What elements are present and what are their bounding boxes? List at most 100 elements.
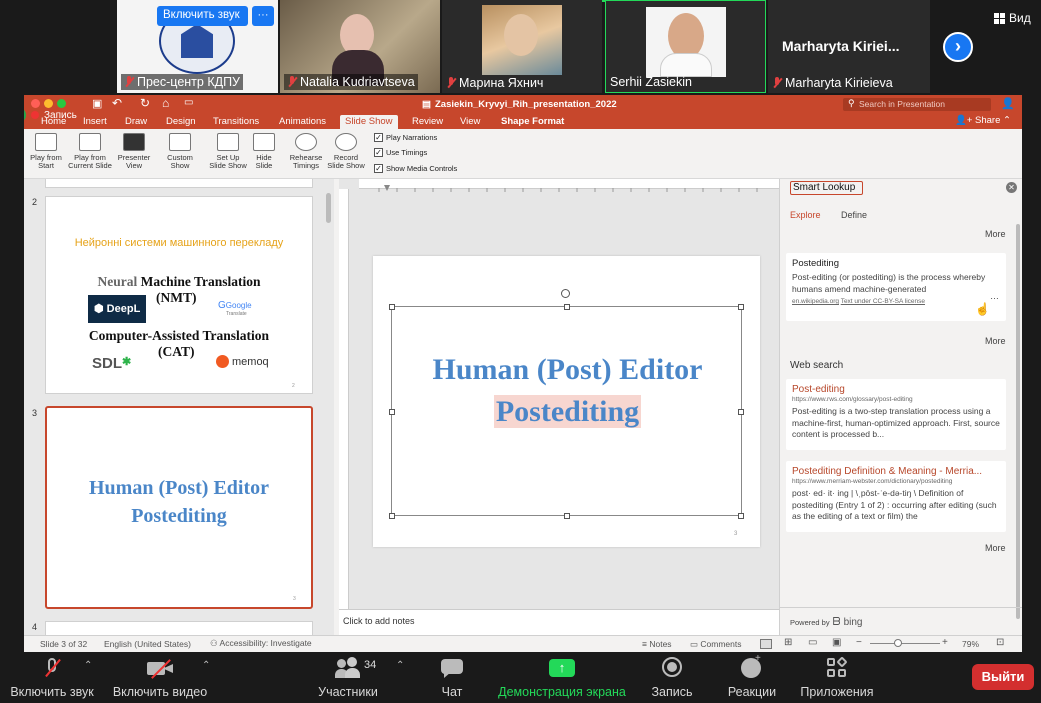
tab-view[interactable]: View bbox=[455, 115, 485, 129]
play-from-current-button[interactable]: Play from Current Slide bbox=[68, 133, 112, 170]
zoom-out-icon[interactable]: − bbox=[856, 637, 862, 648]
slide-title[interactable]: Human (Post) Editor Postediting bbox=[392, 349, 743, 433]
slide-editing-canvas: Human (Post) Editor Postediting 3 bbox=[339, 179, 779, 609]
apps-button[interactable]: Приложения bbox=[798, 656, 876, 699]
hide-slide-button[interactable]: Hide Slide bbox=[242, 133, 286, 170]
zoom-in-icon[interactable]: + bbox=[942, 637, 948, 648]
ellipsis-icon[interactable]: … bbox=[990, 291, 999, 301]
ribbon-label: Record Slide Show bbox=[327, 153, 365, 170]
ribbon-label: Custom Show bbox=[167, 153, 193, 170]
notes-button[interactable]: ≡ Notes bbox=[642, 639, 672, 649]
web-result-card[interactable]: Post-editing https://www.rws.com/glossar… bbox=[786, 379, 1006, 450]
language-status[interactable]: English (United States) bbox=[104, 639, 191, 649]
rotate-handle-icon[interactable] bbox=[561, 289, 570, 298]
resize-handle[interactable] bbox=[564, 304, 570, 310]
share-screen-icon: ↑ bbox=[549, 656, 575, 680]
notes-pane[interactable]: Click to add notes bbox=[339, 609, 779, 635]
accessibility-status[interactable]: ⚇ Accessibility: Investigate bbox=[210, 638, 312, 649]
comments-button[interactable]: ▭ Comments bbox=[690, 639, 742, 650]
slide-counter: Slide 3 of 32 bbox=[40, 639, 88, 649]
more-link[interactable]: More bbox=[985, 336, 1006, 346]
tab-design[interactable]: Design bbox=[161, 115, 201, 129]
view-button[interactable]: Вид bbox=[994, 11, 1031, 25]
result-title[interactable]: Post-editing bbox=[792, 384, 1000, 395]
close-pane-icon[interactable]: ✕ bbox=[1006, 182, 1017, 193]
account-icon[interactable]: 👤 bbox=[1001, 97, 1015, 110]
use-timings-checkbox[interactable]: ✓ Use Timings bbox=[374, 148, 427, 157]
tab-draw[interactable]: Draw bbox=[120, 115, 152, 129]
play-narrations-checkbox[interactable]: ✓ Play Narrations bbox=[374, 133, 437, 142]
fit-to-window-icon[interactable]: ⊡ bbox=[996, 637, 1004, 648]
record-button[interactable]: Запись bbox=[648, 656, 696, 699]
resize-handle[interactable] bbox=[738, 304, 744, 310]
person-face bbox=[504, 14, 538, 56]
tab-shape-format[interactable]: Shape Format bbox=[496, 115, 569, 129]
undo-icon[interactable]: ↶ bbox=[112, 96, 122, 110]
zoom-slider[interactable] bbox=[870, 639, 940, 647]
more-link[interactable]: More bbox=[985, 543, 1006, 553]
participant-tile[interactable]: Serhii Zasiekin bbox=[605, 0, 766, 93]
tab-define[interactable]: Define bbox=[841, 210, 867, 220]
unmute-button[interactable]: Включить звук bbox=[8, 656, 96, 699]
tab-review[interactable]: Review bbox=[407, 115, 448, 129]
home-icon[interactable]: ⌂ bbox=[162, 96, 169, 110]
resize-handle[interactable] bbox=[564, 513, 570, 519]
slide-sorter-icon[interactable]: ⊞ bbox=[784, 637, 792, 648]
participant-tile[interactable]: Marharyta Kiriei... Marharyta Kirieieva bbox=[768, 0, 930, 93]
reading-view-icon[interactable]: ▭ bbox=[808, 637, 817, 648]
text-box-selected[interactable]: Human (Post) Editor Postediting bbox=[389, 289, 744, 519]
resize-handle[interactable] bbox=[738, 513, 744, 519]
more-link[interactable]: More bbox=[985, 229, 1006, 239]
play-from-start-button[interactable]: Play from Start bbox=[24, 133, 68, 170]
participant-tile[interactable]: Марина Яхнич bbox=[442, 0, 602, 93]
record-slide-show-button[interactable]: Record Slide Show bbox=[324, 133, 368, 170]
tab-transitions[interactable]: Transitions bbox=[208, 115, 264, 129]
thumbnail-slide-2[interactable]: Нейронні системи машинного перекладу Neu… bbox=[45, 196, 313, 394]
rehearse-timings-button[interactable]: Rehearse Timings bbox=[284, 133, 328, 170]
new-slide-icon[interactable]: ▭ bbox=[184, 97, 193, 108]
participants-chevron-icon[interactable]: ⌃ bbox=[396, 660, 404, 671]
web-result-card[interactable]: Postediting Definition & Meaning - Merri… bbox=[786, 461, 1006, 532]
notes-placeholder: Click to add notes bbox=[343, 616, 415, 626]
zoom-level[interactable]: 79% bbox=[962, 639, 979, 649]
resize-handle[interactable] bbox=[389, 513, 395, 519]
current-slide[interactable]: Human (Post) Editor Postediting 3 bbox=[373, 256, 760, 547]
muted-mic-icon bbox=[287, 76, 297, 88]
thumbnail-slide-1-partial[interactable] bbox=[45, 179, 313, 188]
chat-button[interactable]: Чат bbox=[436, 656, 468, 699]
slide-number: 4 bbox=[32, 622, 38, 632]
tab-animations[interactable]: Animations bbox=[274, 115, 331, 129]
slideshow-view-icon[interactable]: ▣ bbox=[832, 637, 841, 648]
redo-icon[interactable]: ↻ bbox=[140, 96, 150, 110]
share-screen-button[interactable]: ↑ Демонстрация экрана bbox=[498, 656, 626, 699]
thumbnail-slide-3-selected[interactable]: Human (Post) Editor Postediting 3 bbox=[45, 406, 313, 609]
thumbnail-slide-4[interactable] bbox=[45, 621, 313, 635]
wiki-license[interactable]: Text under CC-BY-SA license bbox=[841, 298, 925, 305]
show-media-controls-checkbox[interactable]: ✓ Show Media Controls bbox=[374, 164, 457, 173]
search-box[interactable]: ⚲ Search in Presentation bbox=[843, 98, 991, 111]
custom-show-button[interactable]: Custom Show bbox=[158, 133, 202, 170]
more-options-button[interactable]: ··· bbox=[252, 6, 274, 26]
search-placeholder: Search in Presentation bbox=[859, 99, 945, 109]
ribbon-label: Rehearse Timings bbox=[289, 153, 323, 170]
tab-slide-show[interactable]: Slide Show bbox=[340, 115, 398, 129]
tab-explore[interactable]: Explore bbox=[790, 210, 821, 220]
thumbs-scrollbar[interactable] bbox=[326, 193, 331, 223]
wiki-source[interactable]: en.wikipedia.org bbox=[792, 298, 839, 305]
next-page-arrow-icon[interactable]: › bbox=[943, 32, 973, 62]
share-button[interactable]: 👤+ Share ⌃ bbox=[955, 115, 1011, 126]
result-title[interactable]: Postediting Definition & Meaning - Merri… bbox=[792, 466, 1000, 477]
resize-handle[interactable] bbox=[389, 304, 395, 310]
reactions-button[interactable]: + Реакции bbox=[726, 653, 778, 699]
normal-view-icon[interactable] bbox=[760, 639, 772, 649]
leave-meeting-button[interactable]: Выйти bbox=[972, 664, 1034, 690]
participant-tile[interactable]: Natalia Kudriavtseva bbox=[280, 0, 440, 93]
video-options-chevron-icon[interactable]: ⌃ bbox=[202, 660, 210, 671]
pptx-file-icon: ▤ bbox=[422, 99, 431, 110]
audio-options-chevron-icon[interactable]: ⌃ bbox=[84, 660, 92, 671]
start-video-button[interactable]: Включить видео bbox=[112, 656, 208, 699]
presenter-view-button[interactable]: Presenter View bbox=[112, 133, 156, 170]
wikipedia-card[interactable]: Postediting Post-editing (or postediting… bbox=[786, 253, 1006, 321]
lookup-scrollbar[interactable] bbox=[1016, 224, 1020, 619]
unmute-popup-button[interactable]: Включить звук bbox=[157, 6, 248, 26]
